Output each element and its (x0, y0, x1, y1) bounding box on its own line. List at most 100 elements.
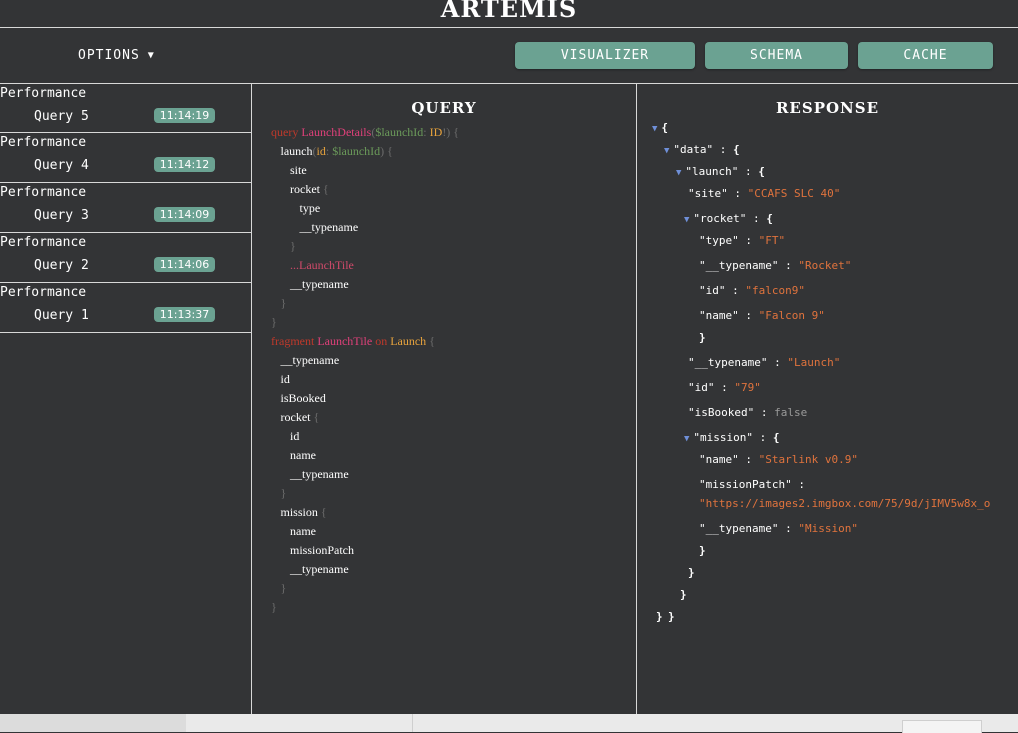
query-history-item[interactable]: Performance Query 1 11:13:37 (0, 283, 251, 333)
query-code-line: id (271, 427, 459, 446)
status-bar-segment (186, 714, 413, 732)
query-history-item[interactable]: Performance Query 4 11:14:12 (0, 133, 251, 183)
query-token: { (426, 334, 435, 348)
query-token: LaunchTile (317, 334, 373, 348)
triangle-down-icon[interactable]: ▼ (652, 124, 657, 134)
query-token: LaunchDetails (301, 125, 372, 139)
query-token: rocket (290, 182, 320, 196)
json-line: "id" : "falcon9" (699, 284, 805, 297)
query-token: Launch (390, 334, 427, 348)
query-token: id (280, 372, 290, 386)
query-code-line: id (271, 370, 459, 389)
json-colon: : (714, 381, 735, 394)
json-line: } (680, 588, 687, 601)
json-colon: : (727, 187, 748, 200)
json-colon: : (753, 431, 773, 444)
json-key: "__typename" (688, 356, 768, 369)
json-colon: : (767, 356, 788, 369)
json-line: "name" : "Falcon 9" (699, 309, 825, 322)
json-key: "isBooked" (688, 406, 755, 419)
json-key: "launch" (685, 165, 739, 178)
query-token: } (280, 581, 287, 595)
query-code-line: query LaunchDetails($launchId: ID!) { (271, 123, 459, 142)
query-token: { (310, 410, 320, 424)
query-history-item[interactable]: Performance Query 5 11:14:19 (0, 84, 251, 133)
query-code-line: name (271, 522, 459, 541)
json-value: { (772, 431, 780, 444)
json-colon: : (754, 406, 775, 419)
json-colon: : (746, 212, 767, 225)
json-line[interactable]: ▼ "rocket" : { (684, 212, 773, 225)
json-colon: : (778, 522, 799, 535)
json-value: { (758, 165, 765, 178)
query-category: Performance (0, 135, 87, 150)
json-value: } (699, 544, 706, 557)
options-dropdown[interactable]: OPTIONS ▼ (78, 48, 155, 63)
json-value: "Rocket" (798, 259, 852, 272)
query-history-item[interactable]: Performance Query 2 11:14:06 (0, 233, 251, 283)
json-key: "type" (699, 234, 739, 247)
cache-button[interactable]: CACHE (858, 42, 993, 69)
json-value: "Starlink v0.9" (758, 453, 858, 466)
query-token: isBooked (280, 391, 326, 405)
triangle-down-icon[interactable]: ▼ (664, 146, 669, 156)
query-code-line: site (271, 161, 459, 180)
query-code-line: isBooked (271, 389, 459, 408)
query-code-line: rocket { (271, 180, 459, 199)
query-token: $launchId (332, 144, 381, 158)
query-code-line: name (271, 446, 459, 465)
query-code-line: __typename (271, 351, 459, 370)
json-value: "CCAFS SLC 40" (747, 187, 841, 200)
json-line: } (699, 331, 706, 344)
json-value: } (668, 610, 675, 623)
query-history-item[interactable]: Performance Query 3 11:14:09 (0, 183, 251, 233)
response-panel-title: RESPONSE (775, 99, 880, 117)
json-value: } (699, 331, 706, 344)
json-line: "site" : "CCAFS SLC 40" (688, 187, 840, 200)
json-value: "Launch" (787, 356, 841, 369)
query-token: name (290, 448, 316, 462)
json-value: } (656, 610, 663, 623)
status-bar-button[interactable] (902, 720, 982, 733)
triangle-down-icon[interactable]: ▼ (684, 215, 689, 225)
schema-button[interactable]: SCHEMA (705, 42, 848, 69)
query-token: site (290, 163, 307, 177)
json-line: "name" : "Starlink v0.9" (699, 453, 858, 466)
json-line[interactable]: ▼ "mission" : { (684, 431, 780, 444)
query-code-line: fragment LaunchTile on Launch { (271, 332, 459, 351)
query-name: Query 5 (34, 109, 89, 124)
query-token: } (290, 239, 296, 253)
options-label: OPTIONS (78, 48, 140, 63)
triangle-down-icon[interactable]: ▼ (676, 168, 681, 178)
query-token: fragment (271, 334, 318, 348)
visualizer-button[interactable]: VISUALIZER (515, 42, 695, 69)
query-token: type (299, 201, 321, 215)
query-code-line: type (271, 199, 459, 218)
json-value: } (688, 566, 695, 579)
status-bar (0, 714, 1018, 733)
json-key: "data" (673, 143, 714, 156)
query-token: __typename (280, 353, 340, 367)
query-token: } (271, 600, 277, 614)
triangle-down-icon[interactable]: ▼ (684, 434, 689, 444)
query-token: ID (429, 125, 443, 139)
query-history-panel: Performance Query 5 11:14:19 Performance… (0, 84, 252, 714)
json-value: "falcon9" (745, 284, 805, 297)
query-code-line: mission { (271, 503, 459, 522)
query-category: Performance (0, 235, 87, 250)
query-code-line: __typename (271, 560, 459, 579)
json-value: { (766, 212, 773, 225)
json-line[interactable]: ▼ "launch" : { (676, 165, 765, 178)
json-key: "__typename" (699, 259, 779, 272)
toolbar: OPTIONS ▼ VISUALIZER SCHEMA CACHE (0, 28, 1018, 84)
json-value: "Mission" (798, 522, 858, 535)
json-line: } (668, 610, 675, 623)
json-line: "__typename" : "Rocket" (699, 259, 851, 272)
json-line[interactable]: ▼{ (652, 121, 668, 134)
json-line[interactable]: ▼ "data" : { (664, 143, 740, 156)
json-colon: : (778, 259, 799, 272)
status-bar-segment (0, 714, 186, 732)
app-title: ARTEMIS (440, 0, 578, 23)
query-category: Performance (0, 185, 87, 200)
query-panel-title: QUERY (411, 99, 477, 117)
